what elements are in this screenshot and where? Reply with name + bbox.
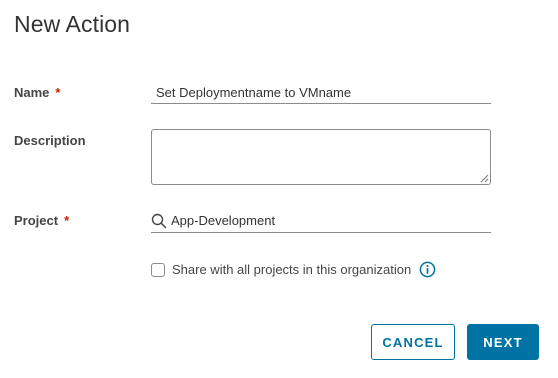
name-label-row: Name * <box>14 85 60 100</box>
name-input[interactable] <box>151 82 491 104</box>
name-label: Name <box>14 85 50 100</box>
share-label[interactable]: Share with all projects in this organiza… <box>172 262 411 277</box>
description-textarea[interactable] <box>151 129 491 185</box>
new-action-dialog: New Action Name * Description Project * Sh… <box>0 0 558 378</box>
project-label-row: Project * <box>14 213 69 228</box>
description-label: Description <box>14 133 86 148</box>
next-button[interactable]: NEXT <box>467 324 539 360</box>
share-checkbox[interactable] <box>151 262 165 277</box>
project-required-mark: * <box>64 213 70 228</box>
dialog-title: New Action <box>14 11 131 37</box>
project-label: Project <box>14 213 59 228</box>
name-required-mark: * <box>55 85 61 100</box>
resize-grip-icon[interactable] <box>479 173 489 183</box>
cancel-button[interactable]: CANCEL <box>371 324 455 360</box>
project-search-field[interactable] <box>151 209 491 233</box>
project-input[interactable] <box>171 209 489 231</box>
info-icon[interactable] <box>419 261 436 278</box>
search-icon <box>151 213 167 229</box>
share-option-row: Share with all projects in this organiza… <box>151 261 436 278</box>
